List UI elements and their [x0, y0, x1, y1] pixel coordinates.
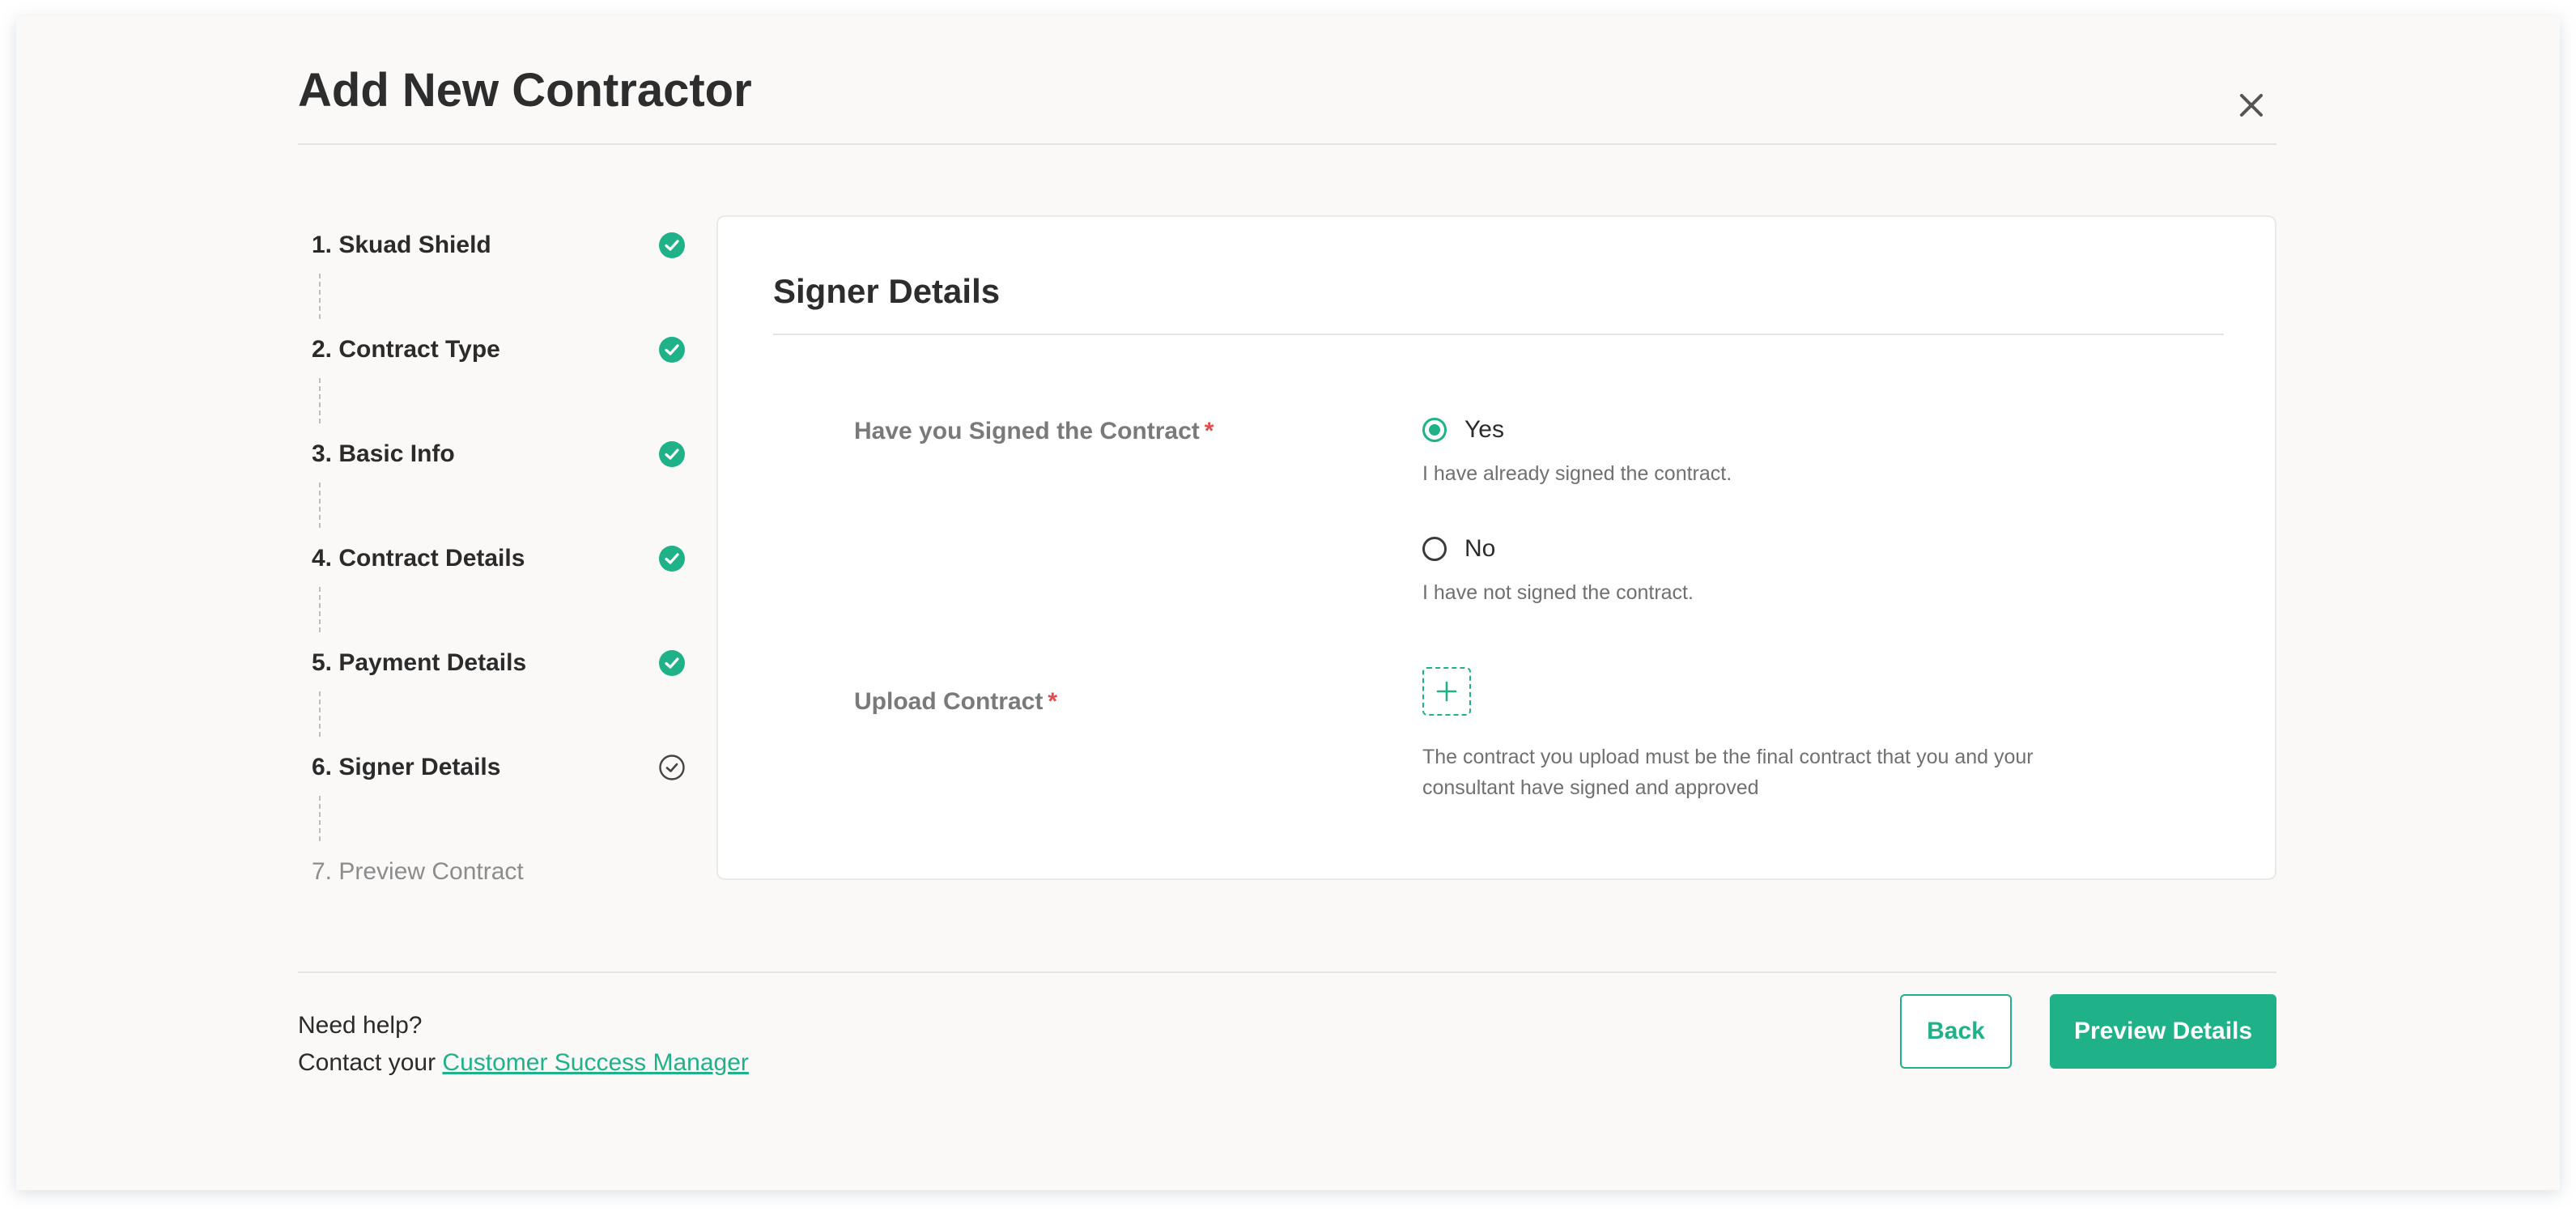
upload-contract-text: Upload Contract	[854, 688, 1044, 715]
check-circle-filled-icon	[659, 441, 685, 467]
upload-hint: The contract you upload must be the fina…	[1422, 742, 2034, 803]
step-payment-details[interactable]: 5. Payment Details	[312, 644, 708, 749]
upload-hint-line-1: The contract you upload must be the fina…	[1422, 746, 2034, 768]
step-label: 2. Contract Type	[312, 336, 500, 363]
radio-option-yes[interactable]: Yes	[1422, 416, 1504, 444]
plus-icon	[1436, 681, 1457, 702]
step-connector	[319, 796, 321, 841]
required-mark: *	[1048, 688, 1058, 715]
radio-label-yes: Yes	[1464, 416, 1504, 443]
back-button[interactable]: Back	[1900, 994, 2012, 1069]
preview-details-button[interactable]: Preview Details	[2050, 994, 2276, 1069]
check-circle-filled-icon	[659, 232, 685, 258]
add-contractor-modal: Add New Contractor 1. Skuad Shield 2. Co…	[16, 16, 2560, 1190]
step-basic-info[interactable]: 3. Basic Info	[312, 436, 708, 540]
close-icon	[2240, 94, 2263, 117]
footer-divider	[298, 972, 2276, 973]
step-label: 3. Basic Info	[312, 440, 455, 467]
check-circle-filled-icon	[659, 650, 685, 676]
check-circle-outline-icon	[659, 755, 685, 780]
radio-hint-no: I have not signed the contract.	[1422, 581, 1694, 604]
radio-label-no: No	[1464, 535, 1496, 562]
step-contract-type[interactable]: 2. Contract Type	[312, 331, 708, 436]
card-title: Signer Details	[773, 272, 1001, 310]
step-label: 6. Signer Details	[312, 754, 501, 780]
step-label: 4. Contract Details	[312, 545, 525, 572]
check-circle-filled-icon	[659, 337, 685, 363]
radio-button-yes[interactable]	[1422, 418, 1447, 442]
signed-question-label: Have you Signed the Contract *	[854, 418, 1214, 445]
radio-button-no[interactable]	[1422, 537, 1447, 561]
step-signer-details[interactable]: 6. Signer Details	[312, 749, 708, 853]
signed-question-text: Have you Signed the Contract	[854, 418, 1200, 444]
help-contact: Contact your Customer Success Manager	[298, 1049, 749, 1077]
step-skuad-shield[interactable]: 1. Skuad Shield	[312, 227, 708, 331]
help-prefix: Contact your	[298, 1049, 443, 1076]
step-connector	[319, 587, 321, 632]
step-connector	[319, 691, 321, 737]
page-title: Add New Contractor	[298, 64, 752, 117]
step-connector	[319, 274, 321, 319]
stepper: 1. Skuad Shield 2. Contract Type 3. Basi…	[312, 227, 708, 958]
required-mark: *	[1204, 418, 1214, 444]
upload-contract-button[interactable]	[1422, 667, 1471, 716]
check-circle-filled-icon	[659, 546, 685, 572]
card-divider	[773, 334, 2224, 335]
step-connector	[319, 483, 321, 528]
customer-success-manager-link[interactable]: Customer Success Manager	[442, 1049, 749, 1076]
radio-option-no[interactable]: No	[1422, 535, 1495, 563]
close-button[interactable]	[2227, 81, 2276, 130]
step-label: 7. Preview Contract	[312, 858, 524, 885]
step-label: 1. Skuad Shield	[312, 232, 491, 258]
signer-details-card: Signer Details Have you Signed the Contr…	[716, 215, 2276, 880]
step-label: 5. Payment Details	[312, 649, 527, 676]
upload-hint-line-2: consultant have signed and approved	[1422, 776, 1759, 799]
help-title: Need help?	[298, 1012, 423, 1039]
step-preview-contract[interactable]: 7. Preview Contract	[312, 853, 708, 958]
step-contract-details[interactable]: 4. Contract Details	[312, 540, 708, 644]
radio-hint-yes: I have already signed the contract.	[1422, 462, 1732, 485]
upload-contract-label: Upload Contract *	[854, 688, 1057, 716]
step-connector	[319, 378, 321, 423]
header-divider	[298, 143, 2276, 145]
